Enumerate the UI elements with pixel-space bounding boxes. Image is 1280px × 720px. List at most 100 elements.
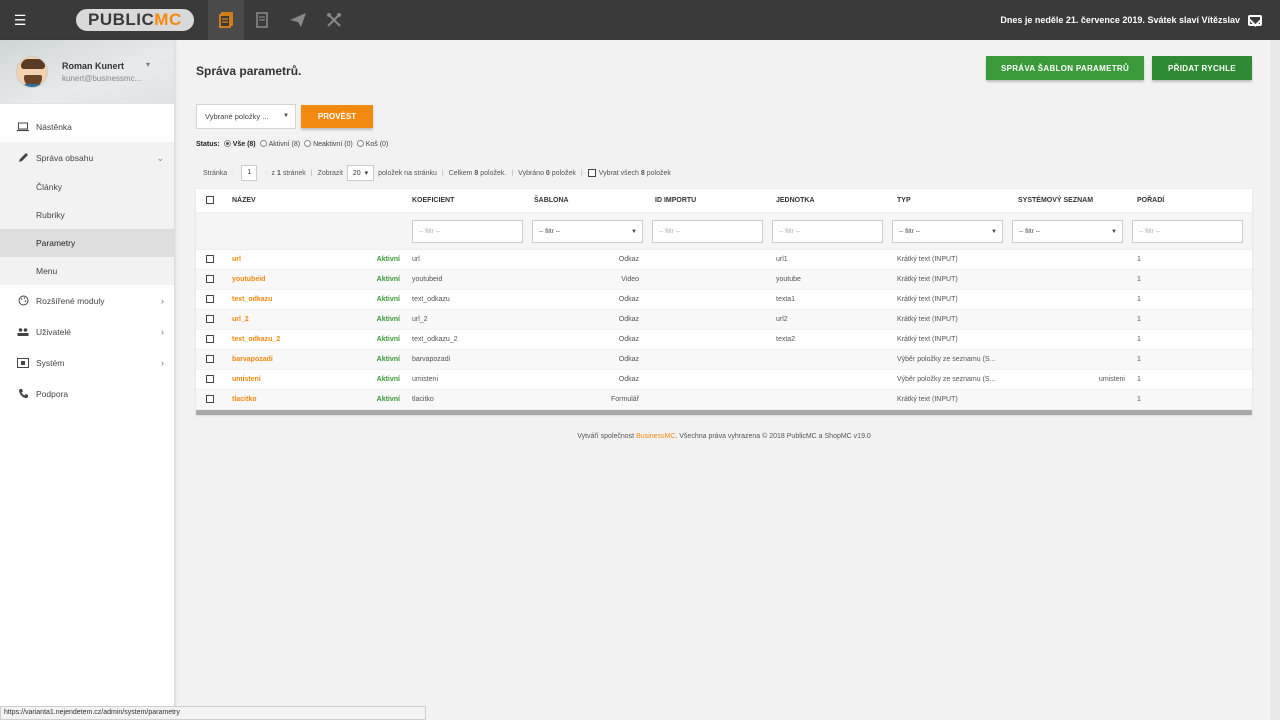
send-icon[interactable] bbox=[280, 0, 316, 40]
row-name-link[interactable]: url bbox=[232, 256, 241, 263]
sidebar-subitem-menu[interactable]: Menu bbox=[0, 257, 174, 285]
execute-button[interactable]: PROVÉST bbox=[301, 105, 373, 128]
table-header: NÁZEV KOEFICIENT ŠABLONA ID IMPORTU JEDN… bbox=[196, 189, 1252, 213]
date-info: Dnes je neděle 21. července 2019. Svátek… bbox=[1000, 14, 1280, 26]
col-import-id[interactable]: ID IMPORTU bbox=[647, 197, 768, 204]
radio-all[interactable] bbox=[223, 140, 231, 147]
row-checkbox[interactable] bbox=[206, 275, 214, 283]
row-checkbox[interactable] bbox=[206, 395, 214, 403]
footer: Vytváří společnost BusinessMC. Všechna p… bbox=[577, 433, 871, 440]
col-unit[interactable]: JEDNOTKA bbox=[768, 197, 889, 204]
per-page-select[interactable]: 20 ▾ bbox=[346, 165, 375, 181]
sidebar-item-system[interactable]: Systém › bbox=[0, 347, 174, 378]
pagination: Stránka ○ 1 ○ z 1 stránek | Zobrazit 20 … bbox=[203, 164, 671, 182]
mail-icon[interactable] bbox=[1248, 14, 1262, 26]
status-badge[interactable]: Aktivní bbox=[377, 296, 400, 303]
chevron-down-icon[interactable]: ▾ bbox=[146, 60, 150, 69]
table-row[interactable]: barvapozadi Aktivní barvapozadi Odkaz Výb… bbox=[196, 350, 1252, 370]
row-checkbox[interactable] bbox=[206, 315, 214, 323]
row-name-link[interactable]: tlacitko bbox=[232, 396, 257, 403]
col-template[interactable]: ŠABLONA bbox=[526, 197, 647, 204]
sidebar-menu: Nástěnka Správa obsahu ⌄ Články Rubriky … bbox=[0, 104, 174, 409]
status-badge[interactable]: Aktivní bbox=[377, 336, 400, 343]
chevron-right-icon: › bbox=[161, 296, 164, 306]
chevron-down-icon: ⌄ bbox=[156, 153, 164, 163]
page-input[interactable]: 1 bbox=[241, 165, 258, 181]
manage-templates-button[interactable]: SPRÁVA ŠABLON PARAMETRŮ bbox=[986, 56, 1144, 80]
chevron-right-icon: › bbox=[161, 358, 164, 368]
bulk-action-select[interactable]: Vybrané položky ... ▼ bbox=[196, 104, 296, 129]
col-system-list[interactable]: SYSTÉMOVÝ SEZNAM bbox=[1010, 197, 1131, 204]
page-icon[interactable] bbox=[244, 0, 280, 40]
page-title: Správa parametrů. bbox=[196, 64, 302, 78]
status-badge[interactable]: Aktivní bbox=[377, 396, 400, 403]
table-row[interactable]: text_odkazu_2 Aktivní text_odkazu_2 Odkaz… bbox=[196, 330, 1252, 350]
table-row[interactable]: url Aktivní url Odkaz url1 Krátký text (I… bbox=[196, 250, 1252, 270]
select-all-checkbox[interactable] bbox=[587, 169, 596, 177]
sidebar-item-dashboard[interactable]: Nástěnka bbox=[0, 111, 174, 142]
user-box[interactable]: Roman Kunert kunert@businessmc... ▾ bbox=[0, 40, 174, 104]
user-email: kunert@businessmc... bbox=[62, 73, 142, 83]
status-badge[interactable]: Aktivní bbox=[377, 376, 400, 383]
palette-icon bbox=[17, 295, 29, 307]
laptop-icon bbox=[17, 121, 29, 133]
footer-brand-link[interactable]: BusinessMC bbox=[636, 433, 675, 440]
next-page-icon[interactable]: ○ bbox=[264, 170, 268, 177]
filter-order[interactable]: -- filtr -- bbox=[1132, 219, 1243, 243]
row-name-link[interactable]: text_odkazu_2 bbox=[232, 336, 280, 343]
pencil-icon bbox=[17, 152, 29, 164]
row-checkbox[interactable] bbox=[206, 295, 214, 303]
horizontal-scrollbar[interactable] bbox=[196, 410, 1252, 415]
sidebar-subitem-categories[interactable]: Rubriky bbox=[0, 201, 174, 229]
status-badge[interactable]: Aktivní bbox=[377, 316, 400, 323]
row-checkbox[interactable] bbox=[206, 335, 214, 343]
phone-icon bbox=[17, 388, 29, 400]
row-name-link[interactable]: url_2 bbox=[232, 316, 249, 323]
documents-icon[interactable] bbox=[207, 0, 244, 40]
row-name-link[interactable]: umisteni bbox=[232, 376, 261, 383]
logo[interactable]: PUBLIC MC bbox=[76, 9, 194, 31]
table-row[interactable]: tlacitko Aktivní tlacitko Formulář Krátký… bbox=[196, 390, 1252, 410]
header-checkbox[interactable] bbox=[206, 196, 214, 204]
sidebar-item-content[interactable]: Správa obsahu ⌄ bbox=[0, 142, 174, 173]
filter-type[interactable]: -- filtr -- ▼ bbox=[892, 219, 1003, 243]
status-badge[interactable]: Aktivní bbox=[377, 276, 400, 283]
sidebar-item-modules[interactable]: Rozšířené moduly › bbox=[0, 285, 174, 316]
hamburger-icon[interactable]: ☰ bbox=[0, 0, 40, 40]
top-bar: ☰ PUBLIC MC Dnes je neděle 21. července 2… bbox=[0, 0, 1280, 40]
sidebar-item-users[interactable]: Uživatelé › bbox=[0, 316, 174, 347]
col-name[interactable]: NÁZEV bbox=[220, 197, 406, 204]
radio-inactive[interactable] bbox=[304, 140, 312, 147]
filter-template[interactable]: -- filtr -- ▼ bbox=[532, 219, 643, 243]
row-checkbox[interactable] bbox=[206, 355, 214, 363]
row-checkbox[interactable] bbox=[206, 255, 214, 263]
filter-coefficient[interactable]: -- filtr -- bbox=[412, 219, 523, 243]
status-badge[interactable]: Aktivní bbox=[377, 356, 400, 363]
user-name: Roman Kunert bbox=[62, 60, 125, 71]
col-type[interactable]: TYP bbox=[889, 197, 1010, 204]
tools-icon[interactable] bbox=[316, 0, 352, 40]
sidebar: Roman Kunert kunert@businessmc... ▾ Nást… bbox=[0, 40, 174, 720]
sidebar-item-support[interactable]: Podpora bbox=[0, 378, 174, 409]
row-name-link[interactable]: text_odkazu bbox=[232, 296, 272, 303]
radio-active[interactable] bbox=[259, 140, 267, 147]
table-row[interactable]: text_odkazu Aktivní text_odkazu Odkaz tex… bbox=[196, 290, 1252, 310]
filter-system-list[interactable]: -- filtr -- ▼ bbox=[1012, 219, 1123, 243]
col-order[interactable]: POŘADÍ bbox=[1131, 197, 1252, 204]
row-name-link[interactable]: youtubeid bbox=[232, 276, 265, 283]
table-row[interactable]: youtubeid Aktivní youtubeid Video youtube… bbox=[196, 270, 1252, 290]
sidebar-subitem-articles[interactable]: Články bbox=[0, 173, 174, 201]
quick-add-button[interactable]: PŘIDAT RYCHLE bbox=[1152, 56, 1252, 80]
col-coefficient[interactable]: KOEFICIENT bbox=[406, 197, 526, 204]
filter-import-id[interactable]: -- filtr -- bbox=[652, 219, 763, 243]
status-badge[interactable]: Aktivní bbox=[377, 256, 400, 263]
prev-page-icon[interactable]: ○ bbox=[230, 170, 234, 177]
radio-trash[interactable] bbox=[356, 140, 364, 147]
row-name-link[interactable]: barvapozadi bbox=[232, 356, 273, 363]
table-row[interactable]: url_2 Aktivní url_2 Odkaz url2 Krátký tex… bbox=[196, 310, 1252, 330]
page-scrollbar[interactable] bbox=[1270, 40, 1280, 720]
filter-unit[interactable]: -- filtr -- bbox=[772, 219, 883, 243]
sidebar-subitem-parameters[interactable]: Parametry bbox=[0, 229, 174, 257]
table-row[interactable]: umisteni Aktivní umisteni Odkaz Výběr pol… bbox=[196, 370, 1252, 390]
row-checkbox[interactable] bbox=[206, 375, 214, 383]
